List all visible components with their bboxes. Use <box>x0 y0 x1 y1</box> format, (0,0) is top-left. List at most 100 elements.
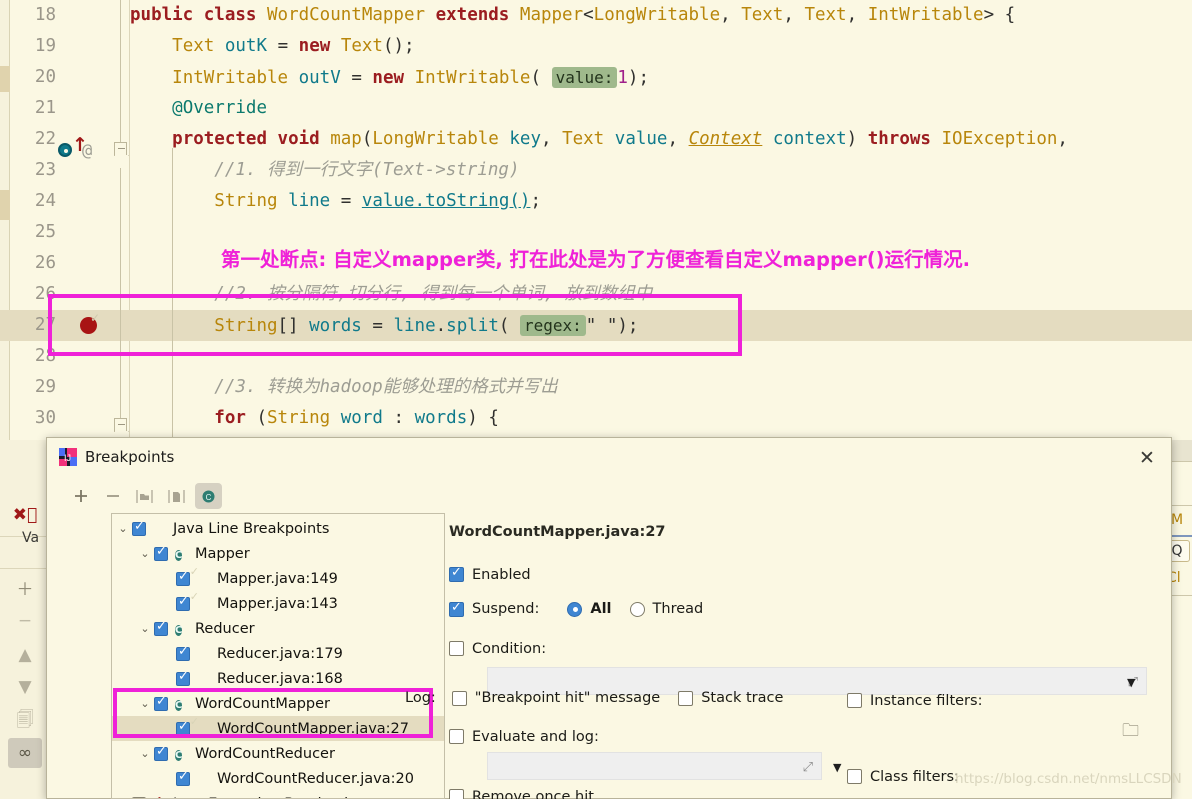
chevron-down-icon[interactable]: ⌄ <box>138 697 152 711</box>
tree-node-mapper-149[interactable]: Mapper.java:149 <box>112 566 444 591</box>
checkbox[interactable] <box>154 620 168 636</box>
line-number: 24 <box>34 191 56 211</box>
plus-icon[interactable]: ＋ <box>8 572 42 602</box>
fold-guide <box>120 168 121 418</box>
tree-node-reducer-168[interactable]: Reducer.java:168 <box>112 666 444 691</box>
group-by-file-button[interactable] <box>163 483 190 509</box>
tree-node-reducer[interactable]: ⌄ C Reducer <box>112 616 444 641</box>
checkbox[interactable] <box>176 595 190 611</box>
line-number: 30 <box>34 408 56 428</box>
condition-history-dropdown-icon[interactable]: ▼ <box>1127 676 1135 689</box>
class-filters-row[interactable]: Class filters: <box>847 766 959 785</box>
fold-collapse-icon-30[interactable] <box>114 418 127 432</box>
checkbox[interactable] <box>176 670 190 686</box>
suspend-row[interactable]: Suspend: All Thread <box>449 600 703 617</box>
enabled-row[interactable]: Enabled <box>449 564 531 583</box>
breakpoint-verified-icon <box>196 721 212 737</box>
remove-breakpoint-button[interactable] <box>99 483 126 509</box>
change-marker <box>0 190 10 220</box>
tree-node-java-line-breakpoints[interactable]: ⌄ Java Line Breakpoints <box>112 516 444 541</box>
checkbox[interactable] <box>154 745 168 761</box>
copy-icon[interactable]: 🗐 <box>8 706 42 736</box>
tree-node-mapper[interactable]: ⌄ C Mapper <box>112 541 444 566</box>
overridden-method-icon[interactable] <box>58 143 72 157</box>
line-number: 21 <box>34 98 56 118</box>
minus-icon[interactable]: − <box>8 606 42 636</box>
line-number: 22 <box>34 129 56 149</box>
line-number: 25 <box>34 222 56 242</box>
expand-editor-icon[interactable]: ⤢ <box>803 760 813 775</box>
up-arrow-icon[interactable]: ▲ <box>8 640 42 670</box>
log-breakpoint-hit-checkbox[interactable] <box>451 690 467 706</box>
remove-once-hit-checkbox[interactable] <box>449 789 464 799</box>
checkbox[interactable] <box>154 695 168 711</box>
evaluate-and-log-checkbox[interactable] <box>449 729 464 744</box>
down-arrow-icon[interactable]: ▼ <box>8 672 42 702</box>
class-filters-checkbox[interactable] <box>847 769 862 784</box>
stack-trace-checkbox[interactable] <box>678 690 694 706</box>
fold-collapse-icon-22[interactable] <box>114 142 127 156</box>
tree-node-wordcountmapper[interactable]: ⌄ C WordCountMapper <box>112 691 444 716</box>
close-x-icon[interactable]: ✖⃞ <box>8 500 42 530</box>
svg-text:C: C <box>206 493 212 502</box>
group-by-package-button[interactable] <box>131 483 158 509</box>
class-icon: C <box>175 549 183 561</box>
suspend-thread-radio[interactable] <box>629 601 645 617</box>
breakpoints-toolbar[interactable]: C <box>67 482 222 510</box>
code-line-30: for (String word : words) { <box>214 408 499 428</box>
instance-filters-row[interactable]: Instance filters: <box>847 690 982 709</box>
variables-tab-label[interactable]: Va <box>22 530 39 546</box>
tree-node-label: Java Exception Breakpoints <box>173 796 371 799</box>
breakpoint-icon-line-27[interactable]: ✓ <box>80 311 101 334</box>
line-number: 19 <box>34 36 56 56</box>
line-number: 28 <box>34 346 56 366</box>
folder-icon[interactable]: 🗀 <box>1122 718 1139 747</box>
checkbox[interactable] <box>176 570 190 586</box>
close-icon[interactable]: ✕ <box>1135 446 1159 470</box>
breakpoints-tree[interactable]: ⌄ Java Line Breakpoints ⌄ C Mapper Mappe… <box>111 513 445 799</box>
tree-node-java-exception-breakpoints[interactable]: ⌄ Java Exception Breakpoints <box>112 791 444 799</box>
chevron-down-icon[interactable]: ⌄ <box>138 547 152 561</box>
tree-node-reducer-179[interactable]: Reducer.java:179 <box>112 641 444 666</box>
tree-node-wordcountmapper-27[interactable]: WordCountMapper.java:27 <box>112 716 444 741</box>
chevron-down-icon[interactable]: ⌄ <box>138 622 152 636</box>
tree-node-mapper-143[interactable]: Mapper.java:143 <box>112 591 444 616</box>
checkbox[interactable] <box>154 545 168 561</box>
tree-node-wordcountreducer-20[interactable]: WordCountReducer.java:20 <box>112 766 444 791</box>
line-number: 29 <box>34 377 56 397</box>
code-line-18: public class WordCountMapper extends Map… <box>130 5 1016 25</box>
enabled-checkbox[interactable] <box>449 565 464 582</box>
checkbox[interactable] <box>176 645 190 661</box>
condition-checkbox[interactable] <box>449 641 464 656</box>
remove-once-hit-row[interactable]: Remove once hit <box>449 786 594 799</box>
suspend-all-radio[interactable] <box>567 601 583 617</box>
breakpoints-dialog[interactable]: IJ Breakpoints ✕ C ⌄ ✓ Java Line Breakpo… <box>46 437 1182 799</box>
code-editor[interactable]: 18 19 20 21 22 23 24 25 26 27 28 29 30 2… <box>0 0 1192 440</box>
chevron-down-icon[interactable]: ⌄ <box>116 522 130 536</box>
tree-node-label: Mapper <box>195 545 250 562</box>
condition-row[interactable]: Condition: <box>449 638 546 657</box>
suspend-checkbox[interactable] <box>449 600 464 617</box>
group-by-class-button[interactable]: C <box>195 483 222 509</box>
checkbox[interactable] <box>176 720 190 736</box>
tree-node-label: Reducer <box>195 620 255 637</box>
checkbox[interactable] <box>176 770 190 786</box>
evaluate-history-dropdown-icon[interactable]: ▼ <box>833 761 841 774</box>
instance-filters-label: Instance filters: <box>870 693 983 709</box>
checkbox[interactable] <box>132 520 146 536</box>
dialog-titlebar: IJ Breakpoints ✕ <box>47 438 1171 476</box>
watch-icon[interactable]: ∞ <box>8 738 42 768</box>
code-line-26: //2. 按分隔符,切分行, 得到每一个单词, 放到数组中 <box>214 284 653 304</box>
tree-node-label: Reducer.java:179 <box>217 645 343 662</box>
breakpoint-verified-check-icon: ✓ <box>90 311 101 325</box>
debugger-left-toolbar[interactable]: ✖⃞ ＋ − ▲ ▼ 🗐 ∞ <box>0 440 50 799</box>
chevron-down-icon[interactable]: ⌄ <box>138 747 152 761</box>
file-group-icon <box>168 489 185 503</box>
tree-node-wordcountreducer[interactable]: ⌄ C WordCountReducer <box>112 741 444 766</box>
instance-filters-checkbox[interactable] <box>847 693 862 708</box>
evaluate-log-input[interactable]: ⤢ <box>487 752 822 780</box>
add-breakpoint-button[interactable] <box>67 483 94 509</box>
log-row[interactable]: Log: "Breakpoint hit" message Stack trac… <box>405 690 783 706</box>
code-line-23: //1. 得到一行文字(Text->string) <box>214 160 520 180</box>
evaluate-and-log-row[interactable]: Evaluate and log: <box>449 726 599 745</box>
